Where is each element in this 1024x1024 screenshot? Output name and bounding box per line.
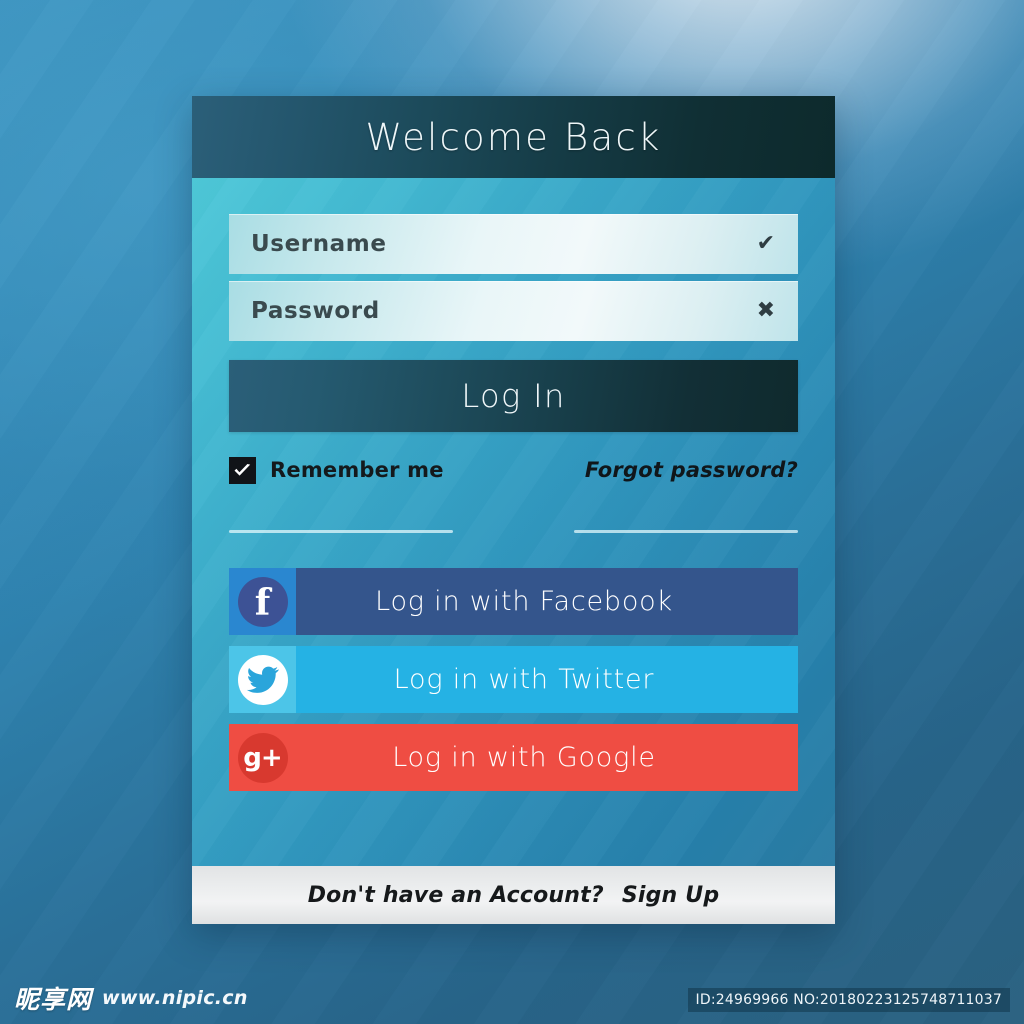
- remember-me-checkbox[interactable]: [229, 456, 256, 484]
- twitter-icon: [237, 654, 288, 705]
- watermark-logo: 昵享网: [14, 985, 93, 1014]
- watermark-url: www.nipic.cn: [102, 987, 248, 1009]
- facebook-login-button[interactable]: f Log in with Facebook: [229, 568, 798, 635]
- screenshot-root: Welcome Back Username ✔ Password ✖ Log I…: [0, 0, 1024, 1024]
- remember-me-label: Remember me: [270, 458, 444, 482]
- twitter-login-button[interactable]: Log in with Twitter: [229, 646, 798, 713]
- check-icon: ✔: [756, 231, 775, 256]
- divider-right: [574, 529, 798, 533]
- google-login-button[interactable]: g+ Log in with Google: [229, 724, 798, 791]
- remember-row: Remember me Forgot password?: [229, 454, 798, 486]
- card-header: Welcome Back: [192, 96, 835, 178]
- card-body: Username ✔ Password ✖ Log In Remember me…: [192, 178, 835, 866]
- twitter-login-label: Log in with Twitter: [393, 664, 655, 695]
- google-glyph: g+: [243, 742, 282, 773]
- login-button-label: Log In: [461, 377, 566, 415]
- forgot-password-link[interactable]: Forgot password?: [585, 458, 798, 482]
- signup-link[interactable]: Sign Up: [622, 883, 719, 908]
- checkmark-icon: [234, 463, 251, 476]
- facebook-glyph: f: [254, 582, 271, 624]
- google-badge: g+: [229, 724, 296, 791]
- password-input[interactable]: Password: [251, 298, 380, 324]
- divider-row: [229, 522, 798, 540]
- username-input[interactable]: Username: [251, 231, 387, 257]
- facebook-login-label: Log in with Facebook: [375, 586, 673, 617]
- page-title: Welcome Back: [365, 115, 662, 159]
- watermark-id: ID:24969966 NO:20180223125748711037: [687, 988, 1010, 1012]
- form-area: Username ✔ Password ✖ Log In Remember me…: [192, 214, 835, 791]
- google-plus-icon: g+: [237, 732, 288, 783]
- divider-left: [229, 529, 453, 533]
- facebook-badge: f: [229, 568, 296, 635]
- cross-icon: ✖: [756, 298, 775, 323]
- twitter-bird-icon: [246, 666, 279, 693]
- login-button[interactable]: Log In: [229, 360, 798, 432]
- google-login-label: Log in with Google: [392, 742, 656, 773]
- remember-me-group[interactable]: Remember me: [229, 456, 444, 484]
- signup-prompt: Don't have an Account?: [307, 882, 604, 908]
- login-card: Welcome Back Username ✔ Password ✖ Log I…: [192, 96, 835, 924]
- twitter-badge: [229, 646, 296, 713]
- username-field[interactable]: Username ✔: [229, 214, 798, 274]
- facebook-icon: f: [237, 576, 288, 627]
- password-field[interactable]: Password ✖: [229, 281, 798, 341]
- watermark: 昵享网 www.nipic.cn: [14, 980, 248, 1016]
- card-footer: Don't have an Account? Sign Up: [192, 866, 835, 924]
